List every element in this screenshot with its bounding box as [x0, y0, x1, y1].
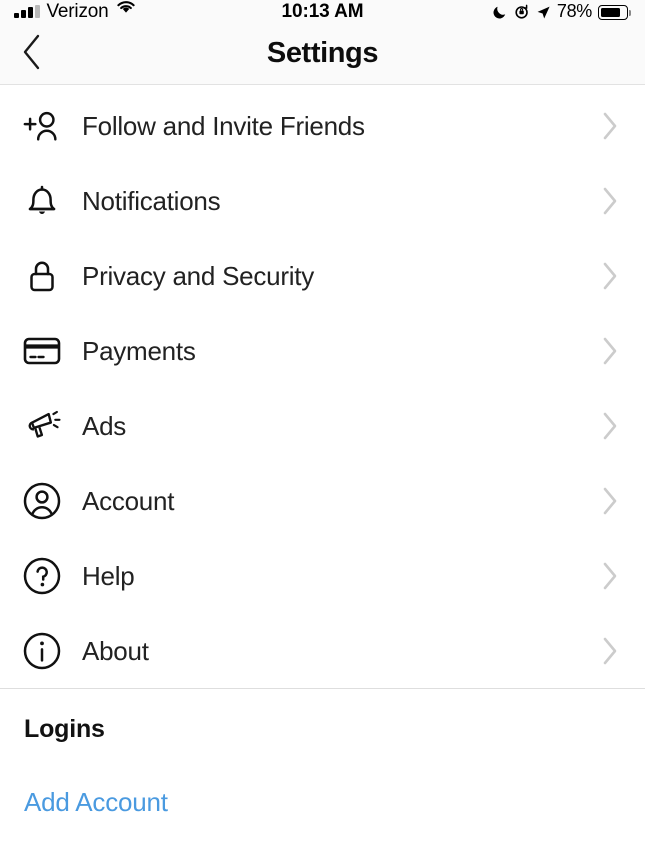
status-bar-left: Verizon — [14, 1, 137, 21]
settings-row-label: Help — [82, 560, 135, 591]
chevron-right-icon — [597, 561, 623, 591]
logins-section: Logins Add Account — [0, 689, 645, 847]
back-button[interactable] — [0, 22, 64, 84]
settings-row-label: About — [82, 635, 149, 666]
carrier-label: Verizon — [46, 1, 109, 22]
settings-row-account[interactable]: Account — [0, 463, 645, 538]
settings-row-ads[interactable]: Ads — [0, 388, 645, 463]
settings-row-label: Account — [82, 485, 175, 516]
battery-percent-label: 78% — [556, 1, 592, 21]
location-arrow-icon — [536, 5, 551, 20]
chevron-right-icon — [597, 486, 623, 516]
bell-icon — [22, 181, 62, 221]
navigation-header: Settings — [0, 22, 645, 85]
settings-row-follow-and-invite-friends[interactable]: Follow and Invite Friends — [0, 88, 645, 163]
credit-card-icon — [22, 331, 62, 371]
chevron-left-icon — [20, 33, 44, 74]
chevron-right-icon — [597, 111, 623, 141]
person-add-icon — [22, 106, 62, 146]
settings-row-privacy-and-security[interactable]: Privacy and Security — [0, 238, 645, 313]
settings-row-label: Follow and Invite Friends — [82, 110, 365, 141]
signal-bars-icon — [14, 4, 40, 21]
megaphone-icon — [22, 406, 62, 446]
chevron-right-icon — [597, 636, 623, 666]
question-circle-icon — [22, 556, 62, 596]
settings-row-label: Payments — [82, 335, 196, 366]
account-circle-icon — [22, 481, 62, 521]
chevron-right-icon — [597, 261, 623, 291]
settings-row-about[interactable]: About — [0, 613, 645, 688]
settings-row-label: Privacy and Security — [82, 260, 314, 291]
info-circle-icon — [22, 631, 62, 671]
battery-icon — [598, 5, 631, 20]
status-bar: Verizon 10:13 AM 78% — [0, 0, 645, 22]
settings-row-help[interactable]: Help — [0, 538, 645, 613]
chevron-right-icon — [597, 411, 623, 441]
settings-screen: Verizon 10:13 AM 78% Settings Follow and… — [0, 0, 645, 847]
settings-row-notifications[interactable]: Notifications — [0, 163, 645, 238]
crescent-moon-icon — [492, 4, 508, 20]
rotation-lock-icon — [514, 4, 530, 20]
settings-row-label: Ads — [82, 410, 127, 441]
chevron-right-icon — [597, 336, 623, 366]
settings-list: Follow and Invite Friends Notifications — [0, 85, 645, 688]
add-account-button[interactable]: Add Account — [0, 742, 168, 815]
lock-icon — [22, 256, 62, 296]
wifi-icon — [115, 0, 137, 21]
chevron-right-icon — [597, 186, 623, 216]
logins-heading: Logins — [24, 715, 105, 743]
settings-row-label: Notifications — [82, 185, 221, 216]
page-title: Settings — [266, 36, 379, 69]
settings-row-payments[interactable]: Payments — [0, 313, 645, 388]
status-bar-right: 78% — [492, 0, 631, 21]
